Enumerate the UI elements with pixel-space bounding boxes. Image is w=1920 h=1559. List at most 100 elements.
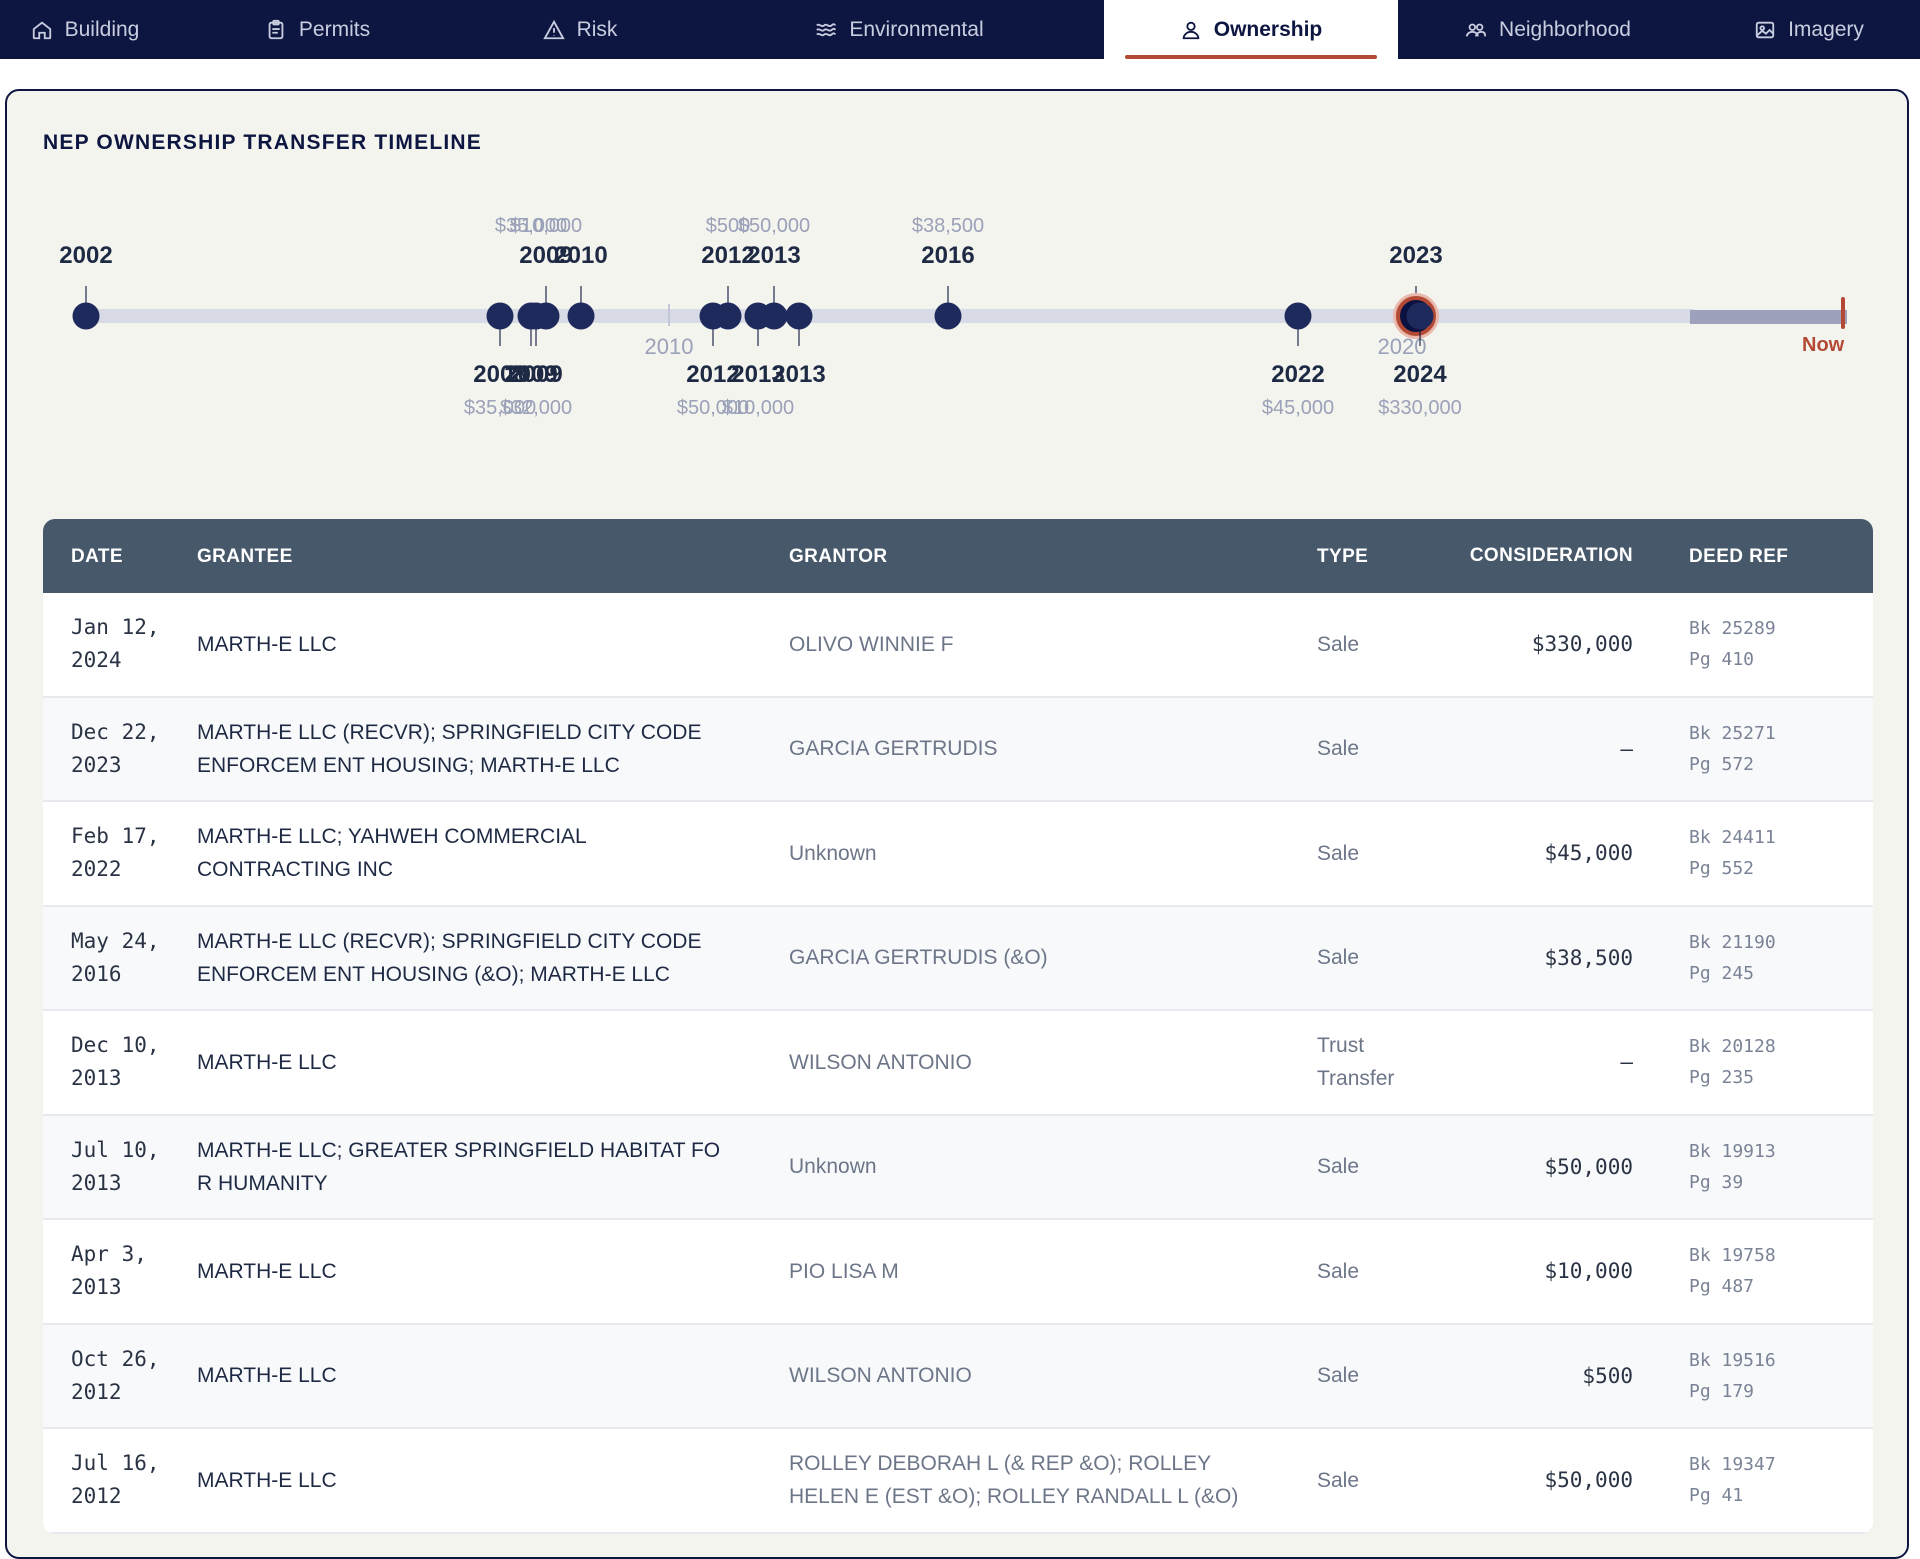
- cell-deed-ref: Bk 19347 Pg 41: [1643, 1449, 1776, 1511]
- table-row[interactable]: Oct 26, 2012 MARTH-E LLC WILSON ANTONIO Sale…: [43, 1324, 1873, 1429]
- table-row[interactable]: Dec 22, 2023 MARTH-E LLC (RECVR); SPRINGFI…: [43, 697, 1873, 802]
- cell-grantee: MARTH-E LLC: [197, 1046, 789, 1079]
- cell-consideration: $50,000: [1544, 1154, 1633, 1179]
- decade-label: 2010: [644, 334, 694, 359]
- tab-environmental[interactable]: Environmental: [695, 0, 1104, 59]
- tab-label: Ownership: [1213, 17, 1323, 41]
- cell-deed-ref-line: Pg 245: [1689, 962, 1755, 984]
- cell-deed-ref: Bk 25289 Pg 410: [1643, 613, 1776, 675]
- timeline-marker[interactable]: [714, 302, 742, 330]
- timeline-marker[interactable]: [567, 302, 595, 330]
- cell-grantee-line: MARTH-E LLC: [197, 1259, 337, 1283]
- table-row[interactable]: Apr 3, 2013 MARTH-E LLC PIO LISA M Sale $10,0…: [43, 1220, 1873, 1325]
- cell-deed-ref-line: Bk 25271: [1689, 722, 1776, 744]
- cell-date: Jan 12, 2024: [43, 611, 197, 677]
- tab-bar: Building Permits Risk Environmental Owne…: [0, 0, 1920, 59]
- cell-type-line: Sale: [1317, 1364, 1360, 1388]
- table-row[interactable]: Jul 16, 2012 MARTH-E LLC ROLLEY DEBORAH L (…: [43, 1429, 1873, 1534]
- tab-neighborhood[interactable]: Neighborhood: [1398, 0, 1698, 59]
- timeline-amount: $50,000: [737, 215, 811, 237]
- timeline-year: 2022: [1271, 361, 1325, 388]
- cell-type: Sale: [1317, 1255, 1457, 1288]
- timeline-marker[interactable]: [785, 302, 813, 330]
- cell-grantee-line: MARTH-E LLC (RECVR); SPRINGFIELD CITY CO…: [197, 929, 702, 953]
- table-row[interactable]: Dec 10, 2013 MARTH-E LLC WILSON ANTONIO Trus…: [43, 1011, 1873, 1116]
- cell-deed-ref: Bk 20128 Pg 235: [1643, 1031, 1776, 1093]
- cell-date-line: 2024: [71, 648, 122, 673]
- tab-building[interactable]: Building: [0, 0, 170, 59]
- timeline-amount: $10,000: [509, 215, 583, 237]
- timeline-marker[interactable]: [934, 302, 962, 330]
- cell-type-line: Sale: [1317, 737, 1360, 761]
- cell-type-line: Sale: [1317, 946, 1360, 970]
- table-row[interactable]: Jan 12, 2024 MARTH-E LLC OLIVO WINNIE F Sale…: [43, 593, 1873, 698]
- cell-grantor-line: WILSON ANTONIO: [789, 1050, 972, 1074]
- timeline-marker[interactable]: [486, 302, 514, 330]
- cell-grantor: Unknown: [789, 837, 1317, 870]
- table-row[interactable]: Jul 10, 2013 MARTH-E LLC; GREATER SPRINGFI…: [43, 1115, 1873, 1220]
- timeline-marker[interactable]: [72, 302, 100, 330]
- cell-type: Sale: [1317, 1464, 1457, 1497]
- table-row[interactable]: May 24, 2016 MARTH-E LLC (RECVR); SPRINGFI…: [43, 906, 1873, 1011]
- cell-grantee: MARTH-E LLC (RECVR); SPRINGFIELD CITY CO…: [197, 716, 789, 782]
- header-date[interactable]: DATE: [43, 540, 197, 573]
- timeline-amount: $10,000: [721, 397, 795, 419]
- timeline-amount: $32,000: [499, 397, 573, 419]
- table-row[interactable]: Feb 17, 2022 MARTH-E LLC; YAHWEH COMMERCIA…: [43, 802, 1873, 907]
- cell-consideration: $10,000: [1544, 1259, 1633, 1284]
- cell-grantee: MARTH-E LLC: [197, 1464, 789, 1497]
- cell-type-line: Trust: [1317, 1034, 1365, 1058]
- tab-permits[interactable]: Permits: [170, 0, 465, 59]
- cell-deed-ref: Bk 21190 Pg 245: [1643, 927, 1776, 989]
- cell-date: Dec 22, 2023: [43, 716, 197, 782]
- cell-grantee: MARTH-E LLC; YAHWEH COMMERCIAL CONTRACTIN…: [197, 820, 789, 886]
- cell-deed-ref-line: Bk 20128: [1689, 1036, 1776, 1058]
- cell-grantor: OLIVO WINNIE F: [789, 628, 1317, 661]
- cell-type-line: Sale: [1317, 841, 1360, 865]
- cell-deed-ref: Bk 19913 Pg 39: [1643, 1136, 1776, 1198]
- timeline-year: 2024: [1393, 361, 1447, 388]
- timeline-marker[interactable]: [532, 302, 560, 330]
- cell-date-line: 2016: [71, 961, 122, 986]
- header-grantee[interactable]: GRANTEE: [197, 540, 789, 573]
- cell-grantor-line: OLIVO WINNIE F: [789, 632, 954, 656]
- cell-type: Sale: [1317, 1359, 1457, 1392]
- timeline-amount: $330,000: [1378, 397, 1462, 419]
- cell-grantor: GARCIA GERTRUDIS: [789, 732, 1317, 765]
- warning-icon: [542, 19, 565, 41]
- cell-consideration: $50,000: [1544, 1468, 1633, 1493]
- timeline-year: 2010: [554, 242, 608, 269]
- cell-type-line: Sale: [1317, 632, 1360, 656]
- cell-grantor-line: HELEN E (EST &O); ROLLEY RANDALL L (&O): [789, 1485, 1239, 1509]
- cell-grantor: WILSON ANTONIO: [789, 1046, 1317, 1079]
- header-type[interactable]: TYPE: [1317, 540, 1457, 573]
- tab-ownership[interactable]: Ownership: [1104, 0, 1398, 59]
- timeline-marker[interactable]: [1406, 302, 1434, 330]
- cell-date-line: Feb 17,: [71, 824, 160, 849]
- header-grantor[interactable]: GRANTOR: [789, 540, 1317, 573]
- tab-risk[interactable]: Risk: [465, 0, 695, 59]
- cell-type: Sale: [1317, 1150, 1457, 1183]
- timeline-year: 2009: [509, 361, 563, 388]
- cell-date: Apr 3, 2013: [43, 1238, 197, 1304]
- cell-type-line: Sale: [1317, 1259, 1360, 1283]
- cell-grantee-line: MARTH-E LLC: [197, 632, 337, 656]
- cell-deed-ref: Bk 25271 Pg 572: [1643, 718, 1776, 780]
- cell-consideration: $500: [1582, 1363, 1633, 1388]
- cell-deed-ref-line: Pg 572: [1689, 753, 1755, 775]
- cell-date-line: 2012: [71, 1379, 122, 1404]
- cell-grantee-line: ENFORCEM ENT HOUSING; MARTH-E LLC: [197, 753, 620, 777]
- timeline-marker[interactable]: [1284, 302, 1312, 330]
- timeline-marker[interactable]: [760, 302, 788, 330]
- header-consideration[interactable]: CONSIDERATION: [1457, 545, 1643, 567]
- timeline-year: 2016: [921, 242, 975, 269]
- timeline-recent-segment: [1690, 310, 1847, 324]
- cell-deed-ref-line: Pg 552: [1689, 858, 1755, 880]
- cell-type-line: Sale: [1317, 1468, 1360, 1492]
- header-deed-ref[interactable]: DEED REF: [1643, 541, 1788, 572]
- cell-grantee: MARTH-E LLC (RECVR); SPRINGFIELD CITY CO…: [197, 925, 789, 991]
- cell-grantor: WILSON ANTONIO: [789, 1359, 1317, 1392]
- tab-imagery[interactable]: Imagery: [1698, 0, 1920, 59]
- cell-deed-ref-line: Bk 19758: [1689, 1245, 1776, 1267]
- cell-grantee: MARTH-E LLC; GREATER SPRINGFIELD HABITAT…: [197, 1134, 789, 1200]
